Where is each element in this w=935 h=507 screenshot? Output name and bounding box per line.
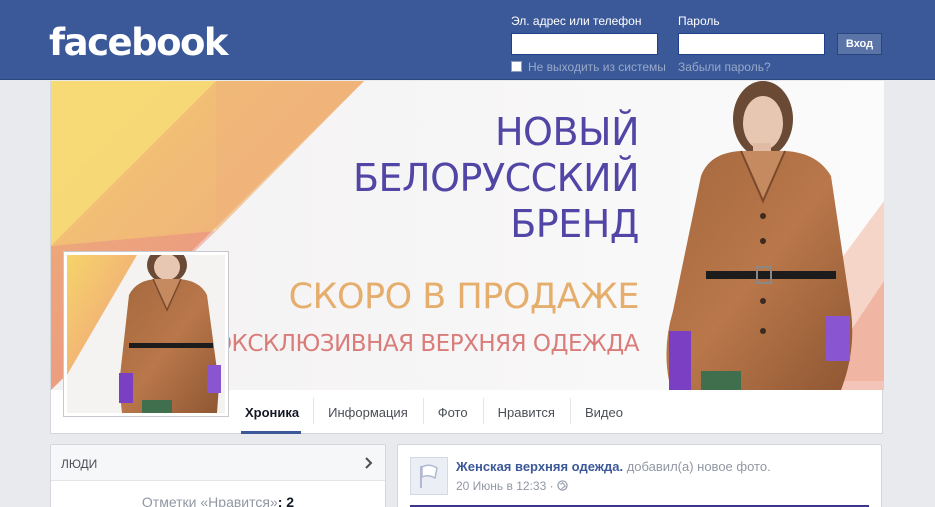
- top-navigation-bar: facebook Эл. адрес или телефон Пароль Вх…: [0, 0, 935, 80]
- post-author-link[interactable]: Женская верхняя одежда.: [456, 459, 623, 474]
- profile-image: [67, 255, 225, 413]
- tab-likes[interactable]: Нравится: [482, 391, 570, 434]
- password-field[interactable]: [678, 33, 825, 55]
- page-likes-count[interactable]: Отметки «Нравится»: 2: [51, 494, 385, 507]
- likes-separator: :: [277, 494, 283, 507]
- tab-timeline[interactable]: Хроника: [241, 391, 313, 434]
- post-headline: Женская верхняя одежда. добавил(а) новое…: [456, 459, 771, 474]
- profile-picture[interactable]: [63, 251, 229, 417]
- headline-line-2: БЕЛОРУССКИЙ: [352, 156, 640, 200]
- keep-logged-in-checkbox[interactable]: [511, 61, 522, 72]
- page-header: НОВЫЙ БЕЛОРУССКИЙ БРЕНД СКОРО В ПРОДАЖЕ …: [50, 81, 884, 434]
- globe-icon[interactable]: [557, 480, 568, 491]
- people-header[interactable]: ЛЮДИ: [51, 445, 385, 481]
- post-meta-separator: ·: [549, 479, 554, 493]
- email-label: Эл. адрес или телефон: [511, 14, 642, 28]
- people-title: ЛЮДИ: [61, 457, 98, 471]
- page-tabs: Хроника Информация Фото Нравится Видео: [241, 391, 638, 434]
- login-button[interactable]: Вход: [837, 33, 882, 55]
- password-label: Пароль: [678, 14, 720, 28]
- chevron-right-icon[interactable]: [361, 456, 375, 470]
- post-date[interactable]: 20 Июнь в 12:33: [456, 479, 546, 493]
- headline-line-3: БРЕНД: [510, 202, 639, 246]
- tab-videos[interactable]: Видео: [569, 391, 638, 434]
- keep-logged-in-label[interactable]: Не выходить из системы: [528, 60, 666, 74]
- headline-line-1: НОВЫЙ: [494, 110, 640, 154]
- cover-exclusive-outerwear: ЭКСКЛЮЗИВНАЯ ВЕРХНЯЯ ОДЕЖДА: [215, 331, 640, 357]
- timeline-post: Женская верхняя одежда. добавил(а) новое…: [397, 444, 882, 507]
- tab-photos[interactable]: Фото: [422, 391, 483, 434]
- forgot-password-link[interactable]: Забыли пароль?: [678, 60, 771, 74]
- post-action-text: добавил(а) новое фото.: [626, 459, 771, 474]
- people-box: ЛЮДИ Отметки «Нравится»: 2: [50, 444, 386, 507]
- post-meta: 20 Июнь в 12:33 ·: [456, 479, 568, 493]
- tab-about[interactable]: Информация: [313, 391, 423, 434]
- flag-icon: [420, 464, 438, 488]
- post-author-avatar[interactable]: [410, 457, 448, 495]
- likes-count: 2: [286, 494, 295, 507]
- email-field[interactable]: [511, 33, 658, 55]
- cover-coming-soon: СКОРО В ПРОДАЖЕ: [288, 277, 640, 317]
- likes-label: Отметки «Нравится»: [141, 494, 278, 507]
- facebook-logo[interactable]: facebook: [49, 24, 229, 61]
- cover-headline: НОВЫЙ БЕЛОРУССКИЙ БРЕНД: [352, 109, 640, 247]
